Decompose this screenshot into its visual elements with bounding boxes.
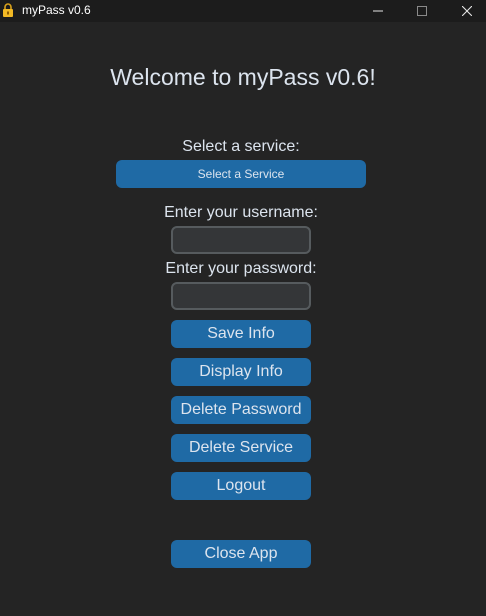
service-label: Select a service:: [182, 138, 300, 155]
title-bar: myPass v0.6: [0, 0, 486, 22]
close-icon: [462, 6, 472, 16]
close-app-button[interactable]: Close App: [171, 540, 311, 568]
username-label: Enter your username:: [164, 204, 318, 221]
minimize-icon: [373, 10, 383, 12]
maximize-icon: [417, 6, 427, 16]
lock-icon: [3, 3, 13, 17]
password-input[interactable]: [171, 282, 311, 310]
username-input[interactable]: [171, 226, 311, 254]
maximize-button[interactable]: [399, 0, 445, 22]
password-label: Enter your password:: [165, 260, 317, 277]
save-info-button[interactable]: Save Info: [171, 320, 311, 348]
welcome-heading: Welcome to myPass v0.6!: [110, 64, 376, 90]
delete-password-button[interactable]: Delete Password: [171, 396, 311, 424]
select-service-button[interactable]: Select a Service: [116, 160, 366, 188]
window-title: myPass v0.6: [22, 3, 91, 17]
minimize-button[interactable]: [355, 0, 401, 22]
delete-service-button[interactable]: Delete Service: [171, 434, 311, 462]
logout-button[interactable]: Logout: [171, 472, 311, 500]
display-info-button[interactable]: Display Info: [171, 358, 311, 386]
close-window-button[interactable]: [444, 0, 486, 22]
